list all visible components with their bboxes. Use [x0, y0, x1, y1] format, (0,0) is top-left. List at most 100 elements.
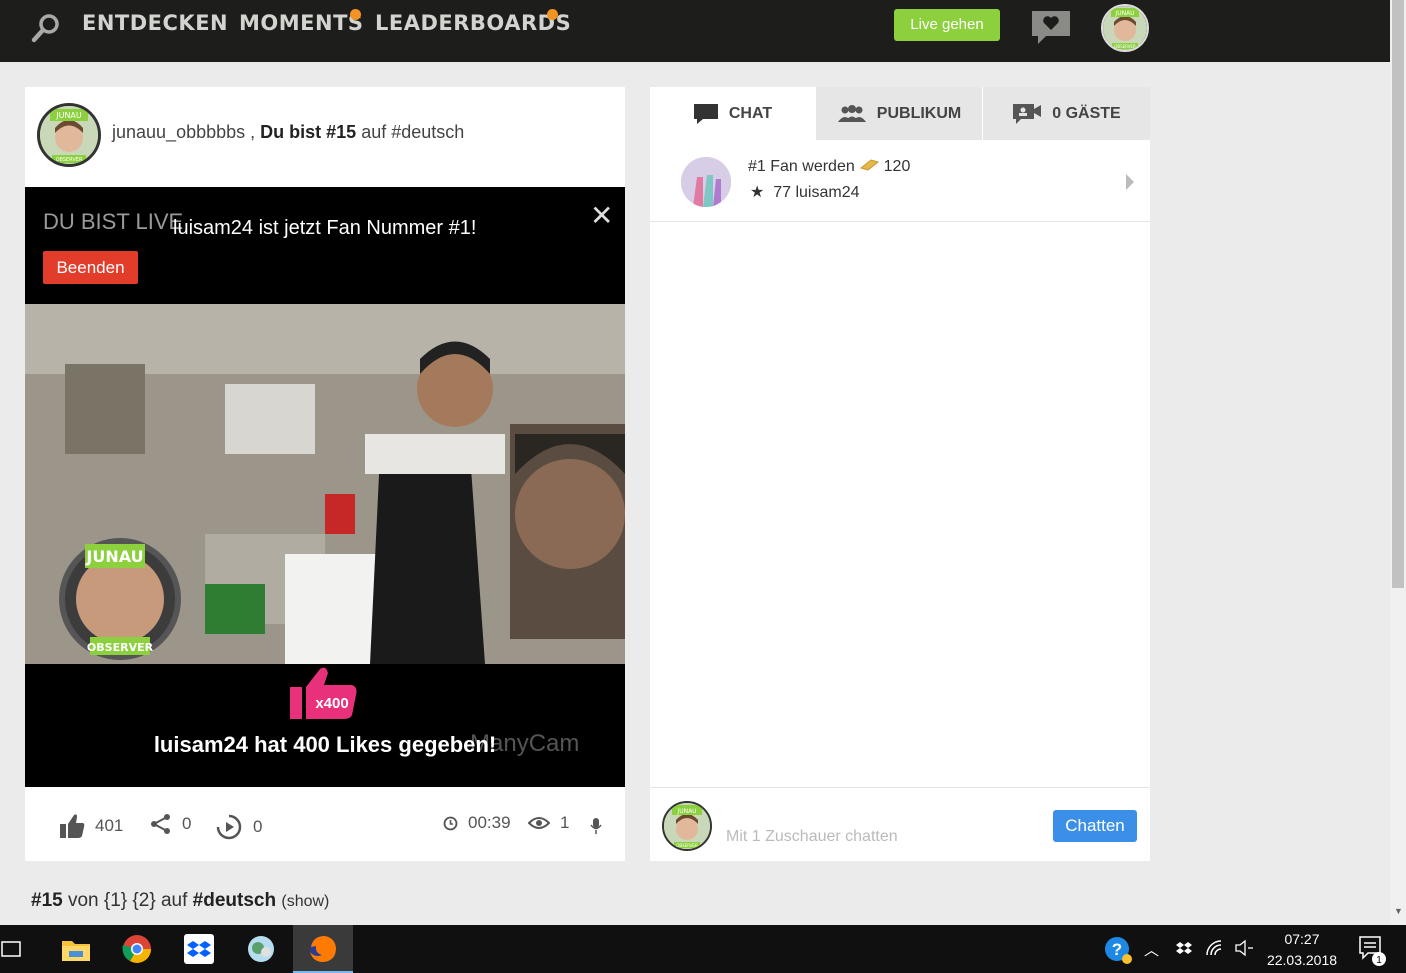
ranking-tag[interactable]: #deutsch: [193, 890, 276, 911]
nav-entdecken[interactable]: ENTDECKEN: [82, 11, 228, 35]
scroll-down-arrow-icon[interactable]: ▼: [1394, 906, 1403, 916]
replays-stat[interactable]: 0: [215, 813, 262, 841]
avatar-text-top: JUNAU: [1114, 10, 1134, 17]
my-chat-avatar: JUNAU OBSERVER: [662, 801, 712, 851]
action-center-icon[interactable]: 1: [1358, 935, 1388, 967]
moments-notification-dot: [350, 9, 361, 20]
audience-icon: [837, 104, 866, 122]
firefox-icon: [310, 936, 336, 962]
top-fan-avatar: [681, 157, 731, 207]
clock-icon: [443, 816, 458, 830]
duration-stat: 00:39: [443, 813, 511, 833]
volume-icon[interactable]: [1234, 939, 1254, 957]
wifi-icon[interactable]: [1205, 939, 1225, 957]
dropbox-icon[interactable]: [181, 931, 217, 967]
video-guest-icon: [1013, 103, 1042, 124]
side-panel: CHAT PUBLIKUM 0 GÄSTE #1 Fan werden 120 …: [650, 87, 1150, 861]
likes-notification-message: luisam24 hat 400 Likes gegeben!: [153, 732, 497, 757]
file-explorer-icon[interactable]: [58, 931, 94, 967]
tab-guests-label: 0 GÄSTE: [1052, 104, 1121, 122]
replays-count: 0: [253, 817, 263, 836]
tab-publikum-label: PUBLIKUM: [876, 104, 962, 122]
video-feed: JUNAU OBSERVER: [25, 304, 625, 664]
avatar-text-bottom: OBSERVER: [1114, 44, 1136, 49]
nav-leaderboards[interactable]: LEADERBOARDS: [375, 11, 571, 35]
page-scrollbar[interactable]: ▲ ▼: [1390, 0, 1406, 925]
top-fan-row[interactable]: #1 Fan werden 120 ★ 77 luisam24: [650, 140, 1150, 222]
ranking-show-link[interactable]: (show): [281, 893, 329, 910]
streamer-avatar-text-bottom: OBSERVER: [56, 157, 83, 163]
replay-icon: [216, 814, 242, 840]
video-overlay-text-top: JUNAU: [85, 547, 143, 566]
fan-notification-message: luisam24 ist jetzt Fan Nummer #1!: [173, 217, 477, 239]
eye-icon: [528, 817, 550, 829]
streamer-avatar[interactable]: JUNAU OBSERVER: [37, 103, 101, 167]
likes-count: 401: [95, 816, 124, 835]
taskbar-active-app[interactable]: [293, 925, 353, 973]
scrollbar-thumb[interactable]: [1392, 0, 1404, 588]
chevron-right-icon[interactable]: [1126, 174, 1134, 190]
dropbox-tray-icon[interactable]: [1175, 941, 1193, 957]
end-stream-button[interactable]: Beenden: [43, 251, 138, 284]
clock-time: 07:27: [1284, 931, 1320, 947]
become-fan-label: #1 Fan werden: [748, 158, 855, 175]
coin-bar-icon: [860, 159, 880, 171]
rank-suffix: auf #deutsch: [356, 122, 465, 142]
chat-avatar-text-top: JUNAU: [676, 808, 696, 815]
streamer-avatar-text-top: JUNAU: [55, 111, 82, 120]
tab-guests[interactable]: 0 GÄSTE: [983, 87, 1150, 140]
header-separator: ,: [245, 122, 261, 142]
microphone-icon[interactable]: [590, 817, 602, 835]
like-count-badge: x400: [315, 695, 348, 712]
task-view-icon[interactable]: [0, 931, 26, 967]
live-status-label: DU BIST LIVE: [43, 209, 184, 234]
tab-chat-label: CHAT: [728, 104, 773, 122]
streamer-username[interactable]: junauu_obbbbbs: [112, 122, 245, 142]
notification-count: 1: [1376, 955, 1382, 966]
help-icon[interactable]: ?: [1103, 935, 1133, 965]
manycam-app-icon[interactable]: [243, 931, 279, 967]
thumbs-up-icon: [60, 814, 85, 838]
video-overlay-text-bottom: OBSERVER: [87, 641, 154, 654]
fan-coin-amount: 120: [883, 158, 911, 175]
top-fan-name: 77 luisam24: [773, 184, 860, 201]
ranking-line: #15 von {1} {2} auf #deutsch (show): [31, 890, 329, 912]
stream-duration: 00:39: [468, 813, 511, 832]
user-avatar[interactable]: JUNAU OBSERVER: [1101, 4, 1149, 52]
go-live-button[interactable]: Live gehen: [894, 9, 1000, 41]
live-video-area: DU BIST LIVE luisam24 ist jetzt Fan Numm…: [25, 187, 625, 787]
messages-heart-icon[interactable]: [1030, 8, 1072, 46]
likes-stat[interactable]: 401: [59, 813, 123, 839]
top-fan-info: ★ 77 luisam24: [750, 182, 860, 202]
ranking-middle: von {1} {2} auf: [62, 890, 193, 911]
tab-chat[interactable]: CHAT: [650, 87, 815, 140]
viewers-stat: 1: [528, 813, 569, 833]
ranking-rank: #15: [31, 890, 63, 911]
close-icon[interactable]: ✕: [590, 199, 613, 232]
share-icon: [151, 814, 170, 834]
shares-count: 0: [182, 814, 192, 833]
show-hidden-icons-chevron-up-icon[interactable]: ︿: [1144, 939, 1159, 960]
top-navigation-bar: ENTDECKEN MOMENTS LEADERBOARDS Live gehe…: [0, 0, 1390, 62]
tab-publikum[interactable]: PUBLIKUM: [816, 87, 982, 140]
rank-text: Du bist #15: [260, 122, 357, 142]
stream-card: JUNAU OBSERVER junauu_obbbbbs , Du bist …: [25, 87, 625, 861]
chrome-icon[interactable]: [119, 931, 155, 967]
clock-date: 22.03.2018: [1266, 952, 1338, 968]
shares-stat[interactable]: 0: [150, 813, 191, 835]
star-icon: ★: [750, 184, 765, 201]
viewers-count: 1: [560, 813, 570, 832]
chat-avatar-text-bottom: OBSERVER: [676, 843, 698, 848]
chat-input-bar: JUNAU OBSERVER Chatten: [650, 787, 1150, 861]
chat-message-input[interactable]: [724, 826, 1024, 848]
search-icon[interactable]: [30, 12, 62, 44]
nav-moments[interactable]: MOMENTS: [239, 11, 364, 35]
send-chat-button[interactable]: Chatten: [1053, 810, 1137, 842]
svg-text:?: ?: [1112, 940, 1122, 959]
windows-taskbar: ? ︿ 07:27 22.03.2018 1: [0, 925, 1406, 973]
become-fan-text: #1 Fan werden 120: [748, 158, 910, 176]
system-clock[interactable]: 07:27 22.03.2018: [1262, 929, 1342, 971]
chat-bubble-icon: [693, 103, 718, 124]
stream-stats-bar: 401 0 0 00:39 1: [25, 787, 625, 861]
thumbs-up-like-icon: x400: [290, 667, 357, 719]
